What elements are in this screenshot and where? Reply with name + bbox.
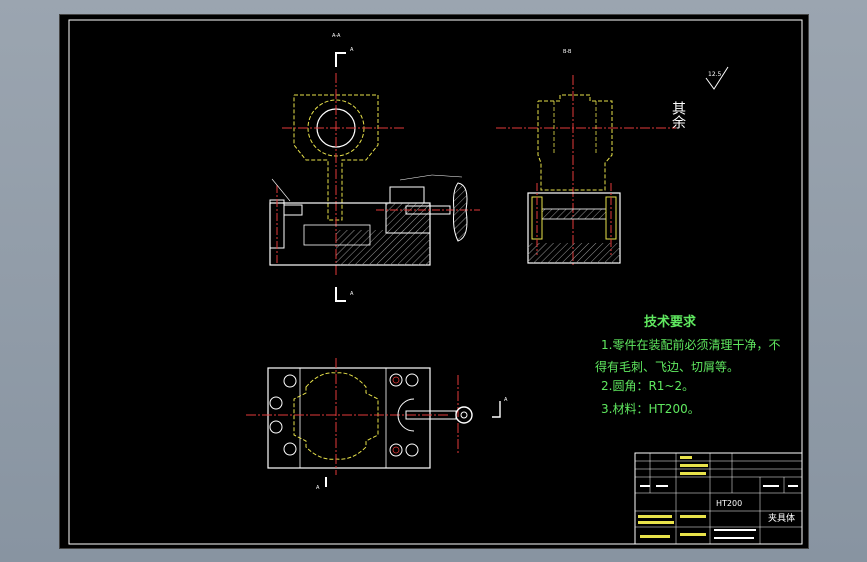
title-block: HT200 夹具体 — [634, 452, 803, 545]
drawing-sheet: A-A A A B-B A A 其余 12.5 技术要求 1.零件在装配前必须清… — [59, 14, 809, 549]
wing-leader-1 — [399, 174, 433, 181]
tech-line-1: 1.零件在装配前必须清理干净，不 — [601, 337, 780, 352]
tb-white-mark-3 — [763, 485, 779, 487]
tb-white-mark-6 — [714, 537, 754, 539]
wing-leader-2 — [431, 174, 463, 178]
tb-yellow-mark-3 — [680, 472, 706, 475]
tb-yellow-mark-7 — [640, 535, 670, 538]
front-view: A-A A A — [269, 33, 480, 302]
cut-letter-a-bottom: A — [350, 291, 354, 297]
bottom-cut-letter: A — [316, 485, 320, 491]
left-leader — [271, 178, 291, 202]
tech-line-4: 3.材料：HT200。 — [601, 402, 700, 416]
left-bolt-head — [283, 204, 303, 216]
hole-top-right-1 — [389, 373, 403, 387]
tech-requirements: 技术要求 1.零件在装配前必须清理干净，不 得有毛刺、飞边、切屑等。 2.圆角：… — [595, 314, 780, 416]
side-view: B-B — [496, 49, 676, 265]
tech-line-2: 得有毛刺、飞边、切屑等。 — [595, 359, 739, 374]
tb-yellow-mark-6 — [680, 515, 706, 518]
tb-white-mark-4 — [788, 485, 798, 487]
cad-viewport[interactable]: A-A A A B-B A A 其余 12.5 技术要求 1.零件在装配前必须清… — [0, 0, 867, 562]
cut-marker-top — [335, 52, 346, 67]
roughness-value: 12.5 — [708, 71, 722, 78]
top-handle-core — [460, 411, 468, 419]
top-view-arrow — [492, 401, 501, 418]
tb-drawing-name: 夹具体 — [768, 512, 795, 524]
hole-top-left-2 — [269, 420, 283, 434]
hole-top-right-2 — [405, 373, 419, 387]
tb-yellow-mark-4 — [638, 515, 672, 518]
hole-top-right-5 — [392, 376, 400, 384]
clamp-nut — [389, 186, 425, 204]
roughness-note: 其余 12.5 — [670, 66, 729, 130]
tech-title: 技术要求 — [644, 314, 697, 330]
side-housing-outline — [537, 94, 613, 191]
hole-top-left-3 — [283, 374, 297, 388]
top-view: A A — [246, 358, 508, 491]
roughness-label: 其余 — [670, 101, 686, 130]
hole-top-left-1 — [269, 396, 283, 410]
front-base-hatch — [336, 230, 430, 265]
wing-handle — [453, 182, 468, 242]
tb-yellow-mark-5 — [638, 521, 674, 524]
hole-top-right-4 — [405, 443, 419, 457]
hole-top-right-6 — [392, 446, 400, 454]
tb-white-mark-2 — [656, 485, 668, 487]
tb-material: HT200 — [716, 499, 742, 508]
hole-top-right-3 — [389, 443, 403, 457]
tb-yellow-mark-2 — [680, 464, 708, 467]
cut-letter-a-top: A — [350, 47, 354, 53]
tech-line-3: 2.圆角：R1~2。 — [601, 379, 694, 393]
section-a-label: A-A — [332, 33, 341, 39]
tb-yellow-mark-1 — [680, 456, 692, 459]
section-b-label: B-B — [563, 49, 572, 55]
hole-top-left-4 — [283, 442, 297, 456]
drawing-canvas: A-A A A B-B A A 其余 12.5 技术要求 1.零件在装配前必须清… — [68, 19, 803, 545]
side-base-hatch — [528, 243, 620, 263]
tb-white-mark-1 — [640, 485, 650, 487]
front-right-block-hatch — [385, 202, 431, 234]
tb-yellow-mark-8 — [680, 533, 706, 536]
top-view-arrow-letter: A — [504, 397, 508, 403]
tb-white-mark-5 — [714, 529, 756, 531]
cut-marker-bottom — [335, 287, 346, 302]
side-clamp-bar — [541, 208, 607, 220]
